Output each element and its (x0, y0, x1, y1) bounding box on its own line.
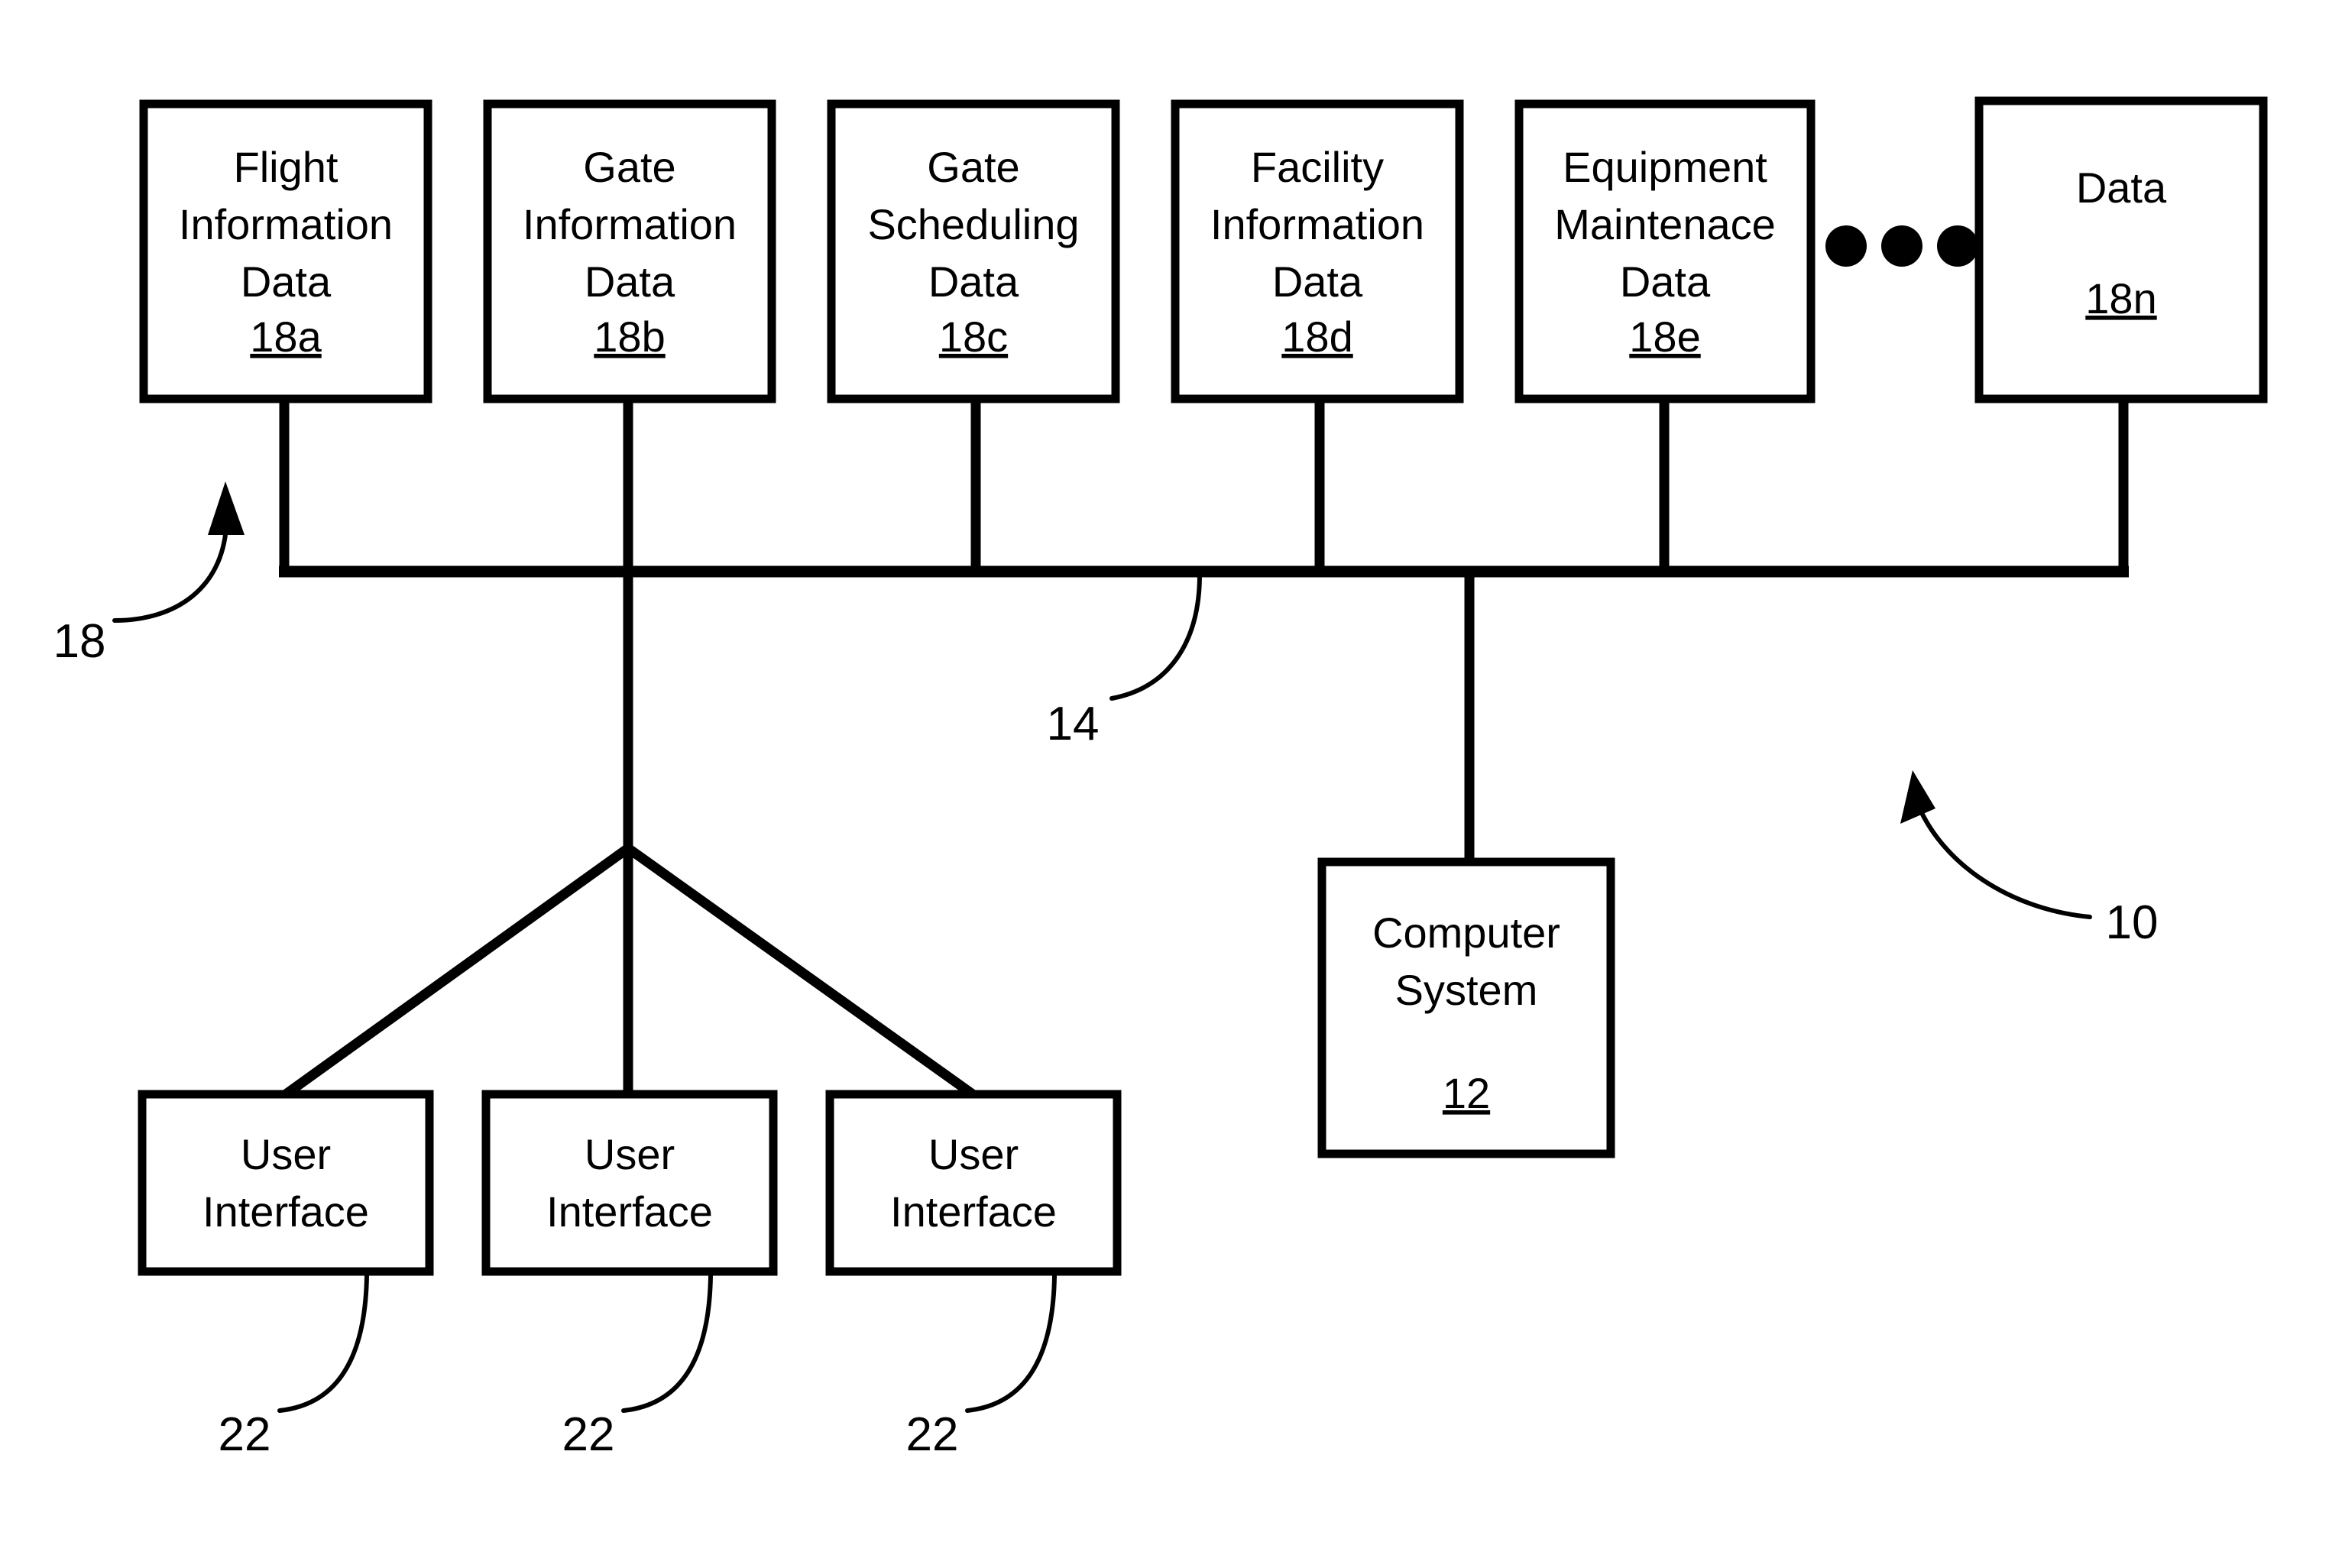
data-source-box-18a-line-2: Information (179, 200, 393, 248)
data-source-box-18b-line-2: Information (523, 200, 737, 248)
connector-junction-to-ui-3 (625, 844, 976, 1099)
computer-system-line-1: Computer (1372, 909, 1560, 957)
diagram-svg: Flight Information Data 18a Gate Informa… (53, 96, 2268, 1461)
data-source-row: Flight Information Data 18a Gate Informa… (139, 96, 2268, 403)
callout-10-label: 10 (2106, 896, 2159, 949)
data-source-box-18e-line-2: Maintenace (1554, 200, 1776, 248)
computer-system-ref: 12 (1443, 1069, 1490, 1117)
data-source-box-18n-line-1: Data (2076, 164, 2167, 212)
data-source-box-18n-rect (1974, 96, 2268, 403)
callout-22-middle-label: 22 (562, 1408, 615, 1461)
user-interface-row: User Interface User Interface User Inter… (138, 1090, 1122, 1276)
user-interface-box-2-line-1: User (585, 1130, 675, 1178)
data-source-box-18e[interactable]: Equipment Maintenace Data 18e (1514, 99, 1816, 403)
data-source-box-18n-ref: 18n (2085, 274, 2156, 322)
callout-10-leader-line (1914, 799, 2092, 919)
data-source-box-18c-line-3: Data (928, 258, 1019, 306)
data-source-box-18b[interactable]: Gate Information Data 18b (483, 99, 776, 403)
computer-system-box[interactable]: Computer System 12 (1317, 857, 1615, 1158)
user-interface-box-2-line-2: Interface (546, 1187, 713, 1236)
ellipsis-dot-1 (1825, 225, 1867, 267)
user-interface-box-3-line-2: Interface (890, 1187, 1057, 1236)
ellipsis-dot-3 (1937, 225, 1978, 267)
connector-junction-to-ui-1 (283, 844, 631, 1099)
data-source-box-18c-line-1: Gate (927, 143, 1019, 191)
callout-10-arrow-icon (1900, 770, 1935, 824)
user-interface-box-1-line-1: User (241, 1130, 331, 1178)
callout-group: 18 14 10 22 22 22 (53, 481, 2159, 1461)
data-source-box-18a-ref: 18a (250, 313, 322, 361)
computer-system-line-2: System (1395, 966, 1538, 1014)
data-source-box-18c-line-2: Scheduling (867, 200, 1079, 248)
data-source-box-18e-line-1: Equipment (1563, 143, 1767, 191)
data-source-box-18c-ref: 18c (939, 313, 1008, 361)
data-source-box-18e-ref: 18e (1629, 313, 1700, 361)
ellipsis-dot-2 (1881, 225, 1922, 267)
user-interface-box-1-rect (138, 1090, 434, 1276)
callout-22-right-label: 22 (906, 1408, 959, 1461)
callout-22-middle-leader-line (621, 1274, 713, 1413)
user-interface-box-3-rect (825, 1090, 1122, 1276)
data-source-box-18e-line-3: Data (1620, 258, 1711, 306)
callout-14-leader-line (1109, 572, 1202, 701)
ellipsis-dots-icon (1825, 225, 1978, 267)
data-source-box-18n[interactable]: Data 18n (1974, 96, 2268, 403)
data-source-box-18d-ref: 18d (1281, 313, 1352, 361)
user-interface-box-1[interactable]: User Interface (138, 1090, 434, 1276)
data-source-box-18d-line-2: Information (1210, 200, 1424, 248)
callout-22-left-label: 22 (219, 1408, 271, 1461)
connector-group (279, 397, 2129, 1099)
data-source-box-18d-line-1: Facility (1251, 143, 1384, 191)
data-source-box-18b-line-1: Gate (583, 143, 675, 191)
data-source-box-18a-line-1: Flight (234, 143, 338, 191)
diagram-canvas: Flight Information Data 18a Gate Informa… (0, 0, 2329, 1568)
data-source-box-18b-line-3: Data (585, 258, 675, 306)
callout-18-arrow-icon (208, 481, 245, 535)
user-interface-box-1-line-2: Interface (202, 1187, 369, 1236)
data-source-box-18b-ref: 18b (594, 313, 665, 361)
user-interface-box-2[interactable]: User Interface (481, 1090, 778, 1276)
data-source-box-18a-line-3: Data (241, 258, 332, 306)
data-source-box-18a[interactable]: Flight Information Data 18a (139, 99, 432, 403)
user-interface-box-3-line-1: User (928, 1130, 1019, 1178)
callout-14-label: 14 (1047, 698, 1100, 750)
user-interface-box-3[interactable]: User Interface (825, 1090, 1122, 1276)
data-source-box-18d[interactable]: Facility Information Data 18d (1171, 99, 1464, 403)
callout-22-right-leader-line (965, 1274, 1057, 1413)
callout-18-label: 18 (53, 615, 106, 668)
data-source-box-18d-line-3: Data (1272, 258, 1363, 306)
user-interface-box-2-rect (481, 1090, 778, 1276)
callout-18-leader-line (112, 525, 228, 623)
callout-22-left-leader-line (277, 1274, 369, 1413)
data-source-box-18c[interactable]: Gate Scheduling Data 18c (827, 99, 1120, 403)
